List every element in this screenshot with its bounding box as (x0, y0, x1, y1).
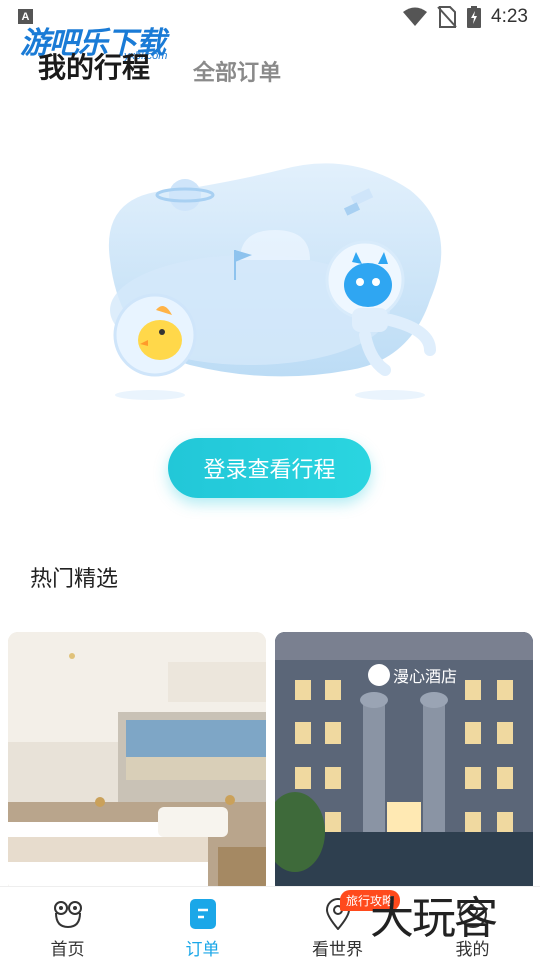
nav-orders[interactable]: 订单 (135, 887, 270, 961)
empty-trips-illustration (108, 163, 442, 400)
nav-home-label: 首页 (50, 940, 85, 960)
hot-pick-card-room[interactable] (8, 632, 266, 894)
status-time: 4:23 (491, 6, 528, 27)
wifi-icon (403, 7, 428, 26)
order-doc-icon (186, 897, 220, 931)
battery-charging-icon (467, 6, 482, 28)
hotel-sign-text: 漫心酒店 (393, 667, 457, 686)
hotel-room-photo (8, 632, 266, 894)
tab-all-orders[interactable]: 全部订单 (193, 55, 281, 87)
status-icons: 4:23 (403, 6, 528, 28)
frog-home-icon (51, 897, 85, 931)
hotel-facade-photo: 漫心酒店 (275, 632, 533, 894)
hot-pick-card-hotel[interactable]: 漫心酒店 (275, 632, 533, 894)
header-tabs: 我的行程 全部订单 (0, 40, 540, 90)
nav-explore-label: 看世界 (312, 940, 363, 960)
watermark-dawanke: 大玩客 (370, 893, 498, 944)
no-sim-icon (437, 6, 457, 28)
login-view-trips-button[interactable]: 登录查看行程 (168, 438, 371, 498)
nav-orders-label: 订单 (185, 940, 220, 960)
tab-my-trips[interactable]: 我的行程 (38, 46, 150, 86)
nav-home[interactable]: 首页 (0, 887, 135, 961)
hot-picks-title: 热门精选 (30, 567, 119, 592)
